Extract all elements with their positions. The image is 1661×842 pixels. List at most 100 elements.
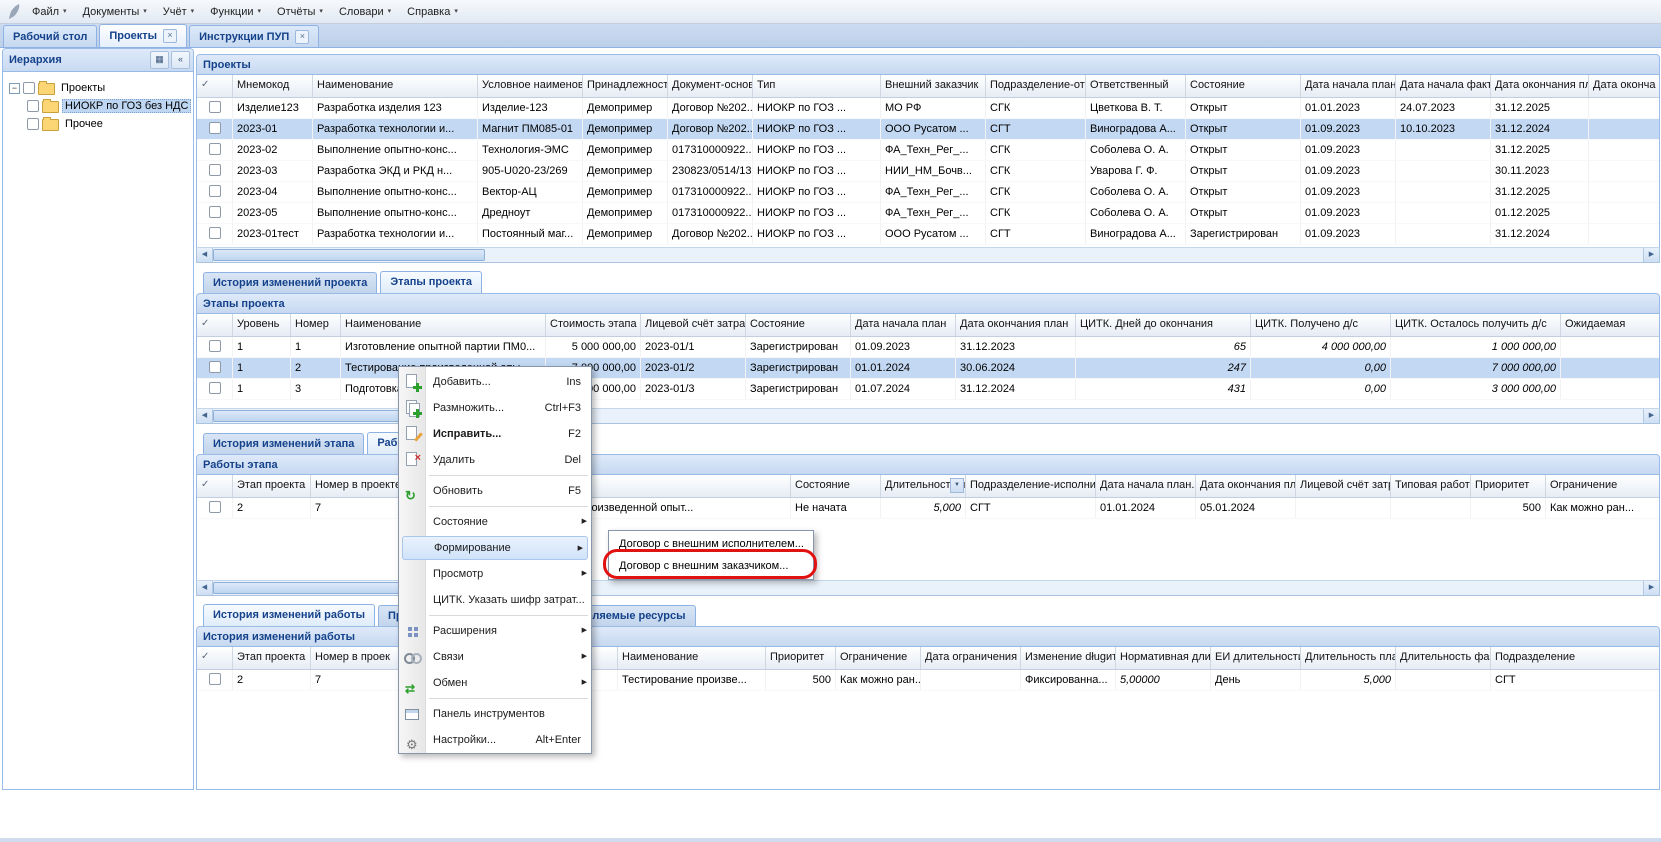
menu-file[interactable]: Файл▾ xyxy=(24,3,75,21)
submenu-item-external-customer-contract[interactable]: Договор с внешним заказчиком... xyxy=(611,555,811,577)
tab-projects[interactable]: Проекты× xyxy=(99,24,187,47)
menu-help[interactable]: Справка▾ xyxy=(399,3,466,21)
menu-functions[interactable]: Функции▾ xyxy=(202,3,269,21)
column-header[interactable]: Дата окончания план xyxy=(956,314,1076,336)
column-header[interactable]: Длительность план.▼ xyxy=(881,475,966,497)
row-checkbox-cell[interactable] xyxy=(197,379,233,399)
tree-item-projects-root[interactable]: − Проекты xyxy=(5,79,191,97)
scrollbar-thumb[interactable] xyxy=(213,249,485,261)
close-icon[interactable]: × xyxy=(163,29,177,43)
row-checkbox-cell[interactable] xyxy=(197,670,233,690)
tab-stage-change-history[interactable]: История изменений этапа xyxy=(203,433,364,454)
menu-item-exchange[interactable]: ⇄ Обмен ▶ xyxy=(399,670,591,696)
select-all-checkbox[interactable]: ✓ xyxy=(197,314,233,336)
menu-item-settings[interactable]: ⚙ Настройки... Alt+Enter xyxy=(399,727,591,753)
collapse-panel-icon[interactable]: « xyxy=(171,51,190,69)
column-header[interactable]: Состояние xyxy=(791,475,881,497)
tree-item-niokr-goz[interactable]: НИОКР по ГОЗ без НДС xyxy=(5,97,191,115)
column-header[interactable]: Дата начала факт. xyxy=(1396,75,1491,97)
column-header[interactable]: ЦИТК. Осталось получить д/с xyxy=(1391,314,1561,336)
menu-item-formation[interactable]: Формирование ▶ xyxy=(402,536,588,560)
tab-pup-instructions[interactable]: Инструкции ПУП× xyxy=(189,25,319,47)
checkbox[interactable] xyxy=(209,382,221,394)
row-checkbox-cell[interactable] xyxy=(197,224,233,244)
column-header[interactable]: Состояние xyxy=(746,314,851,336)
column-header[interactable]: Дата начала план. xyxy=(1096,475,1196,497)
column-header[interactable]: Этап проекта xyxy=(233,647,311,669)
tree-checkbox[interactable] xyxy=(27,118,39,130)
tab-work-change-history[interactable]: История изменений работы xyxy=(203,604,375,626)
scroll-left-icon[interactable]: ◀ xyxy=(197,581,213,595)
tab-project-stages[interactable]: Этапы проекта xyxy=(380,271,482,293)
table-row[interactable]: 2023-01Разработка технологии и...Магнит … xyxy=(197,119,1659,140)
checkbox[interactable] xyxy=(209,206,221,218)
column-header[interactable]: Дата начала план xyxy=(851,314,956,336)
scroll-right-icon[interactable]: ▶ xyxy=(1643,409,1659,423)
checkbox[interactable] xyxy=(209,673,221,685)
select-all-checkbox[interactable]: ✓ xyxy=(197,647,233,669)
column-header[interactable]: Уровень xyxy=(233,314,291,336)
column-header[interactable]: Лицевой счёт затр xyxy=(1296,475,1391,497)
row-checkbox-cell[interactable] xyxy=(197,119,233,139)
menu-item-refresh[interactable]: ↻ Обновить F5 xyxy=(399,478,591,504)
column-header[interactable]: Номер xyxy=(291,314,341,336)
checkbox[interactable] xyxy=(209,122,221,134)
menu-item-duplicate[interactable]: Размножить... Ctrl+F3 xyxy=(399,395,591,421)
scroll-left-icon[interactable]: ◀ xyxy=(197,409,213,423)
row-checkbox-cell[interactable] xyxy=(197,182,233,202)
column-header[interactable]: ЕИ длительности xyxy=(1211,647,1301,669)
column-header[interactable]: Лицевой счёт затрат xyxy=(641,314,746,336)
table-row[interactable]: 2023-05Выполнение опытно-конс...Дредноут… xyxy=(197,203,1659,224)
menu-item-state[interactable]: Состояние ▶ xyxy=(399,509,591,535)
menu-dictionaries[interactable]: Словари▾ xyxy=(331,3,399,21)
column-header[interactable]: Ожидаемая xyxy=(1561,314,1660,336)
menu-item-toolbar-panel[interactable]: Панель инструментов xyxy=(399,701,591,727)
column-header[interactable]: Условное наименова xyxy=(478,75,583,97)
column-header[interactable]: Приоритет xyxy=(766,647,836,669)
table-row[interactable]: Изделие123Разработка изделия 123Изделие-… xyxy=(197,98,1659,119)
column-header[interactable]: Наименование xyxy=(313,75,478,97)
column-header[interactable]: Нормативная длит xyxy=(1116,647,1211,669)
column-header[interactable]: Состояние xyxy=(1186,75,1301,97)
table-row[interactable]: 2023-03Разработка ЭКД и РКД н...905-U020… xyxy=(197,161,1659,182)
menu-documents[interactable]: Документы▾ xyxy=(75,3,155,21)
checkbox[interactable] xyxy=(209,227,221,239)
column-header[interactable]: Этап проекта xyxy=(233,475,311,497)
column-header[interactable]: Дата ограничения xyxy=(921,647,1021,669)
tree-item-other[interactable]: Прочее xyxy=(5,115,191,133)
checkbox[interactable] xyxy=(209,361,221,373)
column-header[interactable]: Дата окончания план xyxy=(1196,475,1296,497)
column-header[interactable]: Тип xyxy=(753,75,881,97)
column-header[interactable]: Наименование xyxy=(618,647,766,669)
tree-checkbox[interactable] xyxy=(27,100,39,112)
column-header[interactable]: Документ-основан xyxy=(668,75,753,97)
column-header[interactable]: Приоритет xyxy=(1471,475,1546,497)
scroll-left-icon[interactable]: ◀ xyxy=(197,248,213,262)
column-header[interactable]: Длительность пла xyxy=(1301,647,1396,669)
column-header[interactable]: Дата окончания пл xyxy=(1491,75,1589,97)
row-checkbox-cell[interactable] xyxy=(197,203,233,223)
close-icon[interactable]: × xyxy=(295,30,309,44)
row-checkbox-cell[interactable] xyxy=(197,98,233,118)
column-header[interactable]: Подразделение xyxy=(1491,647,1660,669)
menu-item-edit[interactable]: Исправить... F2 xyxy=(399,421,591,447)
menu-accounting[interactable]: Учёт▾ xyxy=(155,3,202,21)
row-checkbox-cell[interactable] xyxy=(197,337,233,357)
tab-project-change-history[interactable]: История изменений проекта xyxy=(203,272,377,293)
tab-desktop[interactable]: Рабочий стол xyxy=(3,25,97,47)
column-header[interactable]: Подразделение-от xyxy=(986,75,1086,97)
scroll-right-icon[interactable]: ▶ xyxy=(1643,581,1659,595)
table-row[interactable]: 11Изготовление опытной партии ПМ0...5 00… xyxy=(197,337,1659,358)
column-header[interactable]: Ограничение xyxy=(836,647,921,669)
checkbox[interactable] xyxy=(209,164,221,176)
checkbox[interactable] xyxy=(209,501,221,513)
column-header[interactable]: Длительность фак xyxy=(1396,647,1491,669)
menu-reports[interactable]: Отчёты▾ xyxy=(269,3,331,21)
table-row[interactable]: 2023-04Выполнение опытно-конс...Вектор-А… xyxy=(197,182,1659,203)
column-header[interactable]: Номер в проек xyxy=(311,647,401,669)
column-header[interactable]: Наименование xyxy=(341,314,546,336)
checkbox[interactable] xyxy=(209,143,221,155)
table-row[interactable]: 2023-01тестРазработка технологии и...Пос… xyxy=(197,224,1659,245)
column-header[interactable]: Изменение długител xyxy=(1021,647,1116,669)
menu-item-add[interactable]: Добавить... Ins xyxy=(399,369,591,395)
